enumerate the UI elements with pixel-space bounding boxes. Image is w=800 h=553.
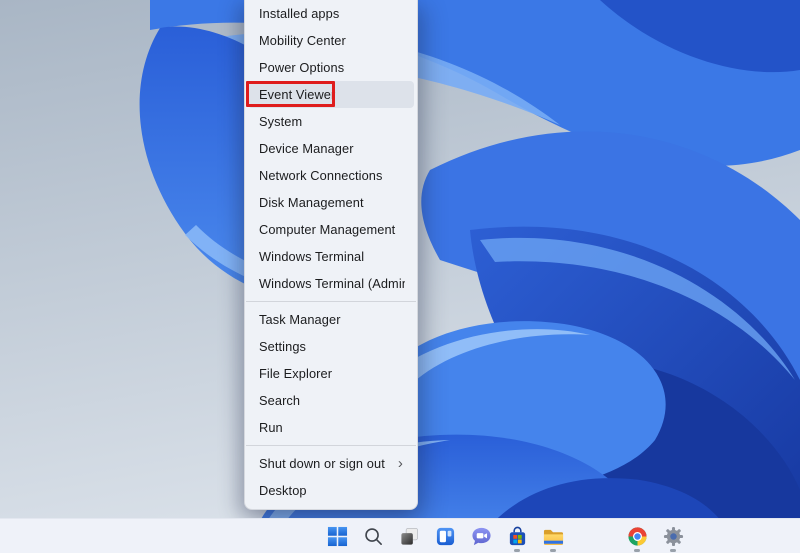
menu-item-shut-down-or-sign-out[interactable]: Shut down or sign out › [245,450,417,477]
chrome-button[interactable] [619,519,655,553]
menu-item-file-explorer[interactable]: File Explorer [245,360,417,387]
menu-item-label: Windows Terminal [259,249,405,264]
search-icon [363,526,384,547]
task-view-icon [399,526,420,547]
menu-separator [246,445,416,446]
file-explorer-icon [542,526,565,547]
menu-item-computer-management[interactable]: Computer Management [245,216,417,243]
menu-item-mobility-center[interactable]: Mobility Center [245,27,417,54]
microsoft-store-button[interactable] [499,519,535,553]
menu-item-settings[interactable]: Settings [245,333,417,360]
menu-item-network-connections[interactable]: Network Connections [245,162,417,189]
chat-button[interactable] [463,519,499,553]
task-view-button[interactable] [391,519,427,553]
menu-item-label: Disk Management [259,195,405,210]
menu-item-event-viewer[interactable]: Event Viewer [248,81,414,108]
menu-item-label: Windows Terminal (Admin) [259,276,405,291]
menu-item-installed-apps[interactable]: Installed apps [245,0,417,27]
menu-item-label: Device Manager [259,141,405,156]
chevron-right-icon: › [398,456,403,471]
chrome-icon [627,526,648,547]
file-explorer-button[interactable] [535,519,571,553]
menu-item-system[interactable]: System [245,108,417,135]
menu-item-label: Shut down or sign out [259,456,398,471]
menu-item-label: Installed apps [259,6,405,21]
start-icon [327,526,348,547]
menu-item-label: Power Options [259,60,405,75]
menu-item-label: File Explorer [259,366,405,381]
menu-item-desktop[interactable]: Desktop [245,477,417,504]
menu-item-windows-terminal-admin[interactable]: Windows Terminal (Admin) [245,270,417,297]
menu-item-power-options[interactable]: Power Options [245,54,417,81]
widgets-button[interactable] [427,519,463,553]
menu-item-disk-management[interactable]: Disk Management [245,189,417,216]
menu-item-label: Settings [259,339,405,354]
menu-item-label: Run [259,420,405,435]
menu-item-label: Network Connections [259,168,405,183]
search-button[interactable] [355,519,391,553]
menu-item-run[interactable]: Run [245,414,417,441]
widgets-icon [435,526,456,547]
menu-item-label: Computer Management [259,222,405,237]
settings-icon [663,526,684,547]
menu-item-label: Task Manager [259,312,405,327]
menu-item-search[interactable]: Search [245,387,417,414]
microsoft-store-icon [507,526,528,547]
taskbar-center-group [319,519,571,553]
chat-icon [470,526,493,547]
menu-item-label: Desktop [259,483,405,498]
start-button[interactable] [319,519,355,553]
menu-item-device-manager[interactable]: Device Manager [245,135,417,162]
menu-item-task-manager[interactable]: Task Manager [245,306,417,333]
desktop-screen: Installed apps Mobility Center Power Opt… [0,0,800,553]
menu-item-label: Mobility Center [259,33,405,48]
quick-link-menu: Installed apps Mobility Center Power Opt… [244,0,418,510]
menu-item-label: Event Viewer [259,87,402,102]
settings-button[interactable] [655,519,691,553]
menu-item-label: System [259,114,405,129]
taskbar-pinned-group [619,519,691,553]
menu-separator [246,301,416,302]
menu-item-windows-terminal[interactable]: Windows Terminal [245,243,417,270]
taskbar [0,518,800,553]
menu-item-label: Search [259,393,405,408]
